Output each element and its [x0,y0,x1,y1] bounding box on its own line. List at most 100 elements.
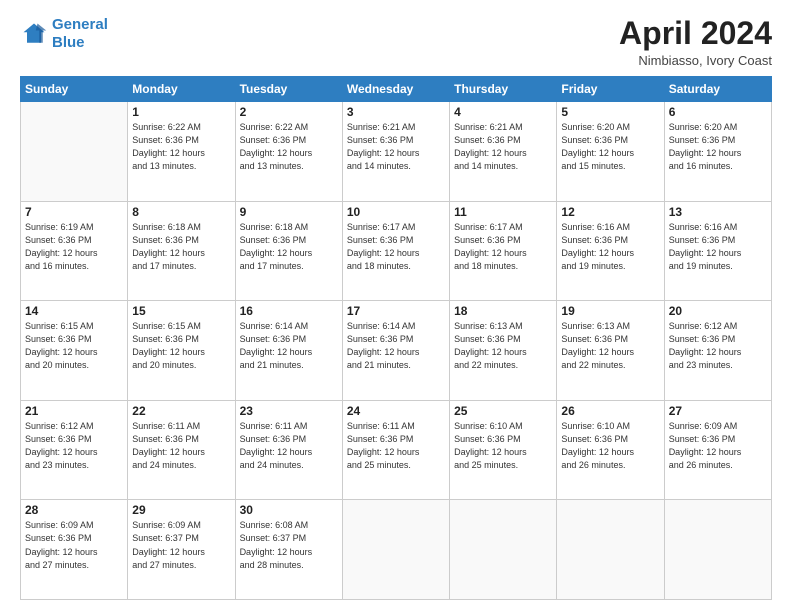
day-info: Sunrise: 6:12 AM Sunset: 6:36 PM Dayligh… [669,320,767,372]
header: General Blue April 2024 Nimbiasso, Ivory… [20,16,772,68]
day-number: 25 [454,404,552,418]
day-number: 18 [454,304,552,318]
day-info: Sunrise: 6:19 AM Sunset: 6:36 PM Dayligh… [25,221,123,273]
calendar-cell: 1 Sunrise: 6:22 AM Sunset: 6:36 PM Daylig… [128,102,235,202]
calendar-cell [450,500,557,600]
calendar-cell: 10 Sunrise: 6:17 AM Sunset: 6:36 PM Dayli… [342,201,449,301]
day-number: 13 [669,205,767,219]
calendar-day-header: Sunday [21,77,128,102]
calendar-cell: 18 Sunrise: 6:13 AM Sunset: 6:36 PM Dayli… [450,301,557,401]
calendar-cell: 21Sunrise: 6:12 AM Sunset: 6:36 PM Dayli… [21,400,128,500]
calendar-cell: 26 Sunrise: 6:10 AM Sunset: 6:36 PM Dayli… [557,400,664,500]
calendar-cell: 6 Sunrise: 6:20 AM Sunset: 6:36 PM Daylig… [664,102,771,202]
day-info: Sunrise: 6:09 AM Sunset: 6:37 PM Dayligh… [132,519,230,571]
calendar-cell: 28Sunrise: 6:09 AM Sunset: 6:36 PM Dayli… [21,500,128,600]
day-info: Sunrise: 6:15 AM Sunset: 6:36 PM Dayligh… [25,320,123,372]
calendar-day-header: Tuesday [235,77,342,102]
logo-text: General Blue [52,16,108,52]
calendar-cell: 22 Sunrise: 6:11 AM Sunset: 6:36 PM Dayli… [128,400,235,500]
day-number: 17 [347,304,445,318]
day-info: Sunrise: 6:20 AM Sunset: 6:36 PM Dayligh… [561,121,659,173]
calendar-table: SundayMondayTuesdayWednesdayThursdayFrid… [20,76,772,600]
day-info: Sunrise: 6:11 AM Sunset: 6:36 PM Dayligh… [132,420,230,472]
calendar-cell: 29 Sunrise: 6:09 AM Sunset: 6:37 PM Dayli… [128,500,235,600]
day-number: 27 [669,404,767,418]
calendar-cell: 14 Sunrise: 6:15 AM Sunset: 6:36 PM Dayli… [21,301,128,401]
day-number: 5 [561,105,659,119]
day-number: 1 [132,105,230,119]
calendar-cell [21,102,128,202]
day-info: Sunrise: 6:14 AM Sunset: 6:36 PM Dayligh… [240,320,338,372]
calendar-day-header: Thursday [450,77,557,102]
calendar-cell: 5 Sunrise: 6:20 AM Sunset: 6:36 PM Daylig… [557,102,664,202]
day-info: Sunrise: 6:09 AM Sunset: 6:36 PM Dayligh… [669,420,767,472]
calendar-cell: 3Sunrise: 6:21 AM Sunset: 6:36 PM Daylig… [342,102,449,202]
day-info: Sunrise: 6:18 AM Sunset: 6:36 PM Dayligh… [132,221,230,273]
calendar-cell: 16Sunrise: 6:14 AM Sunset: 6:36 PM Dayli… [235,301,342,401]
day-number: 4 [454,105,552,119]
day-number: 15 [132,304,230,318]
calendar-cell [557,500,664,600]
page: General Blue April 2024 Nimbiasso, Ivory… [0,0,792,612]
logo-general: General [52,16,108,33]
calendar-cell: 25 Sunrise: 6:10 AM Sunset: 6:36 PM Dayli… [450,400,557,500]
day-number: 11 [454,205,552,219]
day-info: Sunrise: 6:10 AM Sunset: 6:36 PM Dayligh… [454,420,552,472]
day-number: 10 [347,205,445,219]
calendar-cell: 27 Sunrise: 6:09 AM Sunset: 6:36 PM Dayli… [664,400,771,500]
calendar-cell: 13 Sunrise: 6:16 AM Sunset: 6:36 PM Dayli… [664,201,771,301]
day-info: Sunrise: 6:22 AM Sunset: 6:36 PM Dayligh… [132,121,230,173]
day-number: 2 [240,105,338,119]
title-block: April 2024 Nimbiasso, Ivory Coast [619,16,772,68]
day-number: 8 [132,205,230,219]
day-info: Sunrise: 6:12 AM Sunset: 6:36 PM Dayligh… [25,420,123,472]
day-number: 14 [25,304,123,318]
day-number: 20 [669,304,767,318]
day-info: Sunrise: 6:15 AM Sunset: 6:36 PM Dayligh… [132,320,230,372]
day-info: Sunrise: 6:20 AM Sunset: 6:36 PM Dayligh… [669,121,767,173]
calendar-cell: 17 Sunrise: 6:14 AM Sunset: 6:36 PM Dayli… [342,301,449,401]
calendar-cell: 8 Sunrise: 6:18 AM Sunset: 6:36 PM Daylig… [128,201,235,301]
calendar-week-row: 1 Sunrise: 6:22 AM Sunset: 6:36 PM Daylig… [21,102,772,202]
calendar-cell: 15 Sunrise: 6:15 AM Sunset: 6:36 PM Dayli… [128,301,235,401]
day-info: Sunrise: 6:16 AM Sunset: 6:36 PM Dayligh… [561,221,659,273]
calendar-cell [342,500,449,600]
day-info: Sunrise: 6:13 AM Sunset: 6:36 PM Dayligh… [454,320,552,372]
day-info: Sunrise: 6:14 AM Sunset: 6:36 PM Dayligh… [347,320,445,372]
day-info: Sunrise: 6:11 AM Sunset: 6:36 PM Dayligh… [240,420,338,472]
calendar-cell: 24 Sunrise: 6:11 AM Sunset: 6:36 PM Dayli… [342,400,449,500]
calendar-cell: 7Sunrise: 6:19 AM Sunset: 6:36 PM Daylig… [21,201,128,301]
day-info: Sunrise: 6:16 AM Sunset: 6:36 PM Dayligh… [669,221,767,273]
logo: General Blue [20,16,108,52]
day-number: 29 [132,503,230,517]
calendar-cell: 19Sunrise: 6:13 AM Sunset: 6:36 PM Dayli… [557,301,664,401]
day-info: Sunrise: 6:10 AM Sunset: 6:36 PM Dayligh… [561,420,659,472]
calendar-cell: 23Sunrise: 6:11 AM Sunset: 6:36 PM Dayli… [235,400,342,500]
day-number: 24 [347,404,445,418]
calendar-day-header: Friday [557,77,664,102]
calendar-day-header: Wednesday [342,77,449,102]
day-info: Sunrise: 6:09 AM Sunset: 6:36 PM Dayligh… [25,519,123,571]
calendar-week-row: 21Sunrise: 6:12 AM Sunset: 6:36 PM Dayli… [21,400,772,500]
day-number: 22 [132,404,230,418]
day-info: Sunrise: 6:17 AM Sunset: 6:36 PM Dayligh… [454,221,552,273]
location-subtitle: Nimbiasso, Ivory Coast [619,53,772,68]
day-info: Sunrise: 6:21 AM Sunset: 6:36 PM Dayligh… [454,121,552,173]
day-info: Sunrise: 6:11 AM Sunset: 6:36 PM Dayligh… [347,420,445,472]
calendar-cell [664,500,771,600]
calendar-body: 1 Sunrise: 6:22 AM Sunset: 6:36 PM Daylig… [21,102,772,600]
day-number: 30 [240,503,338,517]
calendar-header-row: SundayMondayTuesdayWednesdayThursdayFrid… [21,77,772,102]
day-number: 26 [561,404,659,418]
calendar-cell: 30Sunrise: 6:08 AM Sunset: 6:37 PM Dayli… [235,500,342,600]
day-info: Sunrise: 6:17 AM Sunset: 6:36 PM Dayligh… [347,221,445,273]
calendar-week-row: 28Sunrise: 6:09 AM Sunset: 6:36 PM Dayli… [21,500,772,600]
day-number: 9 [240,205,338,219]
day-number: 6 [669,105,767,119]
calendar-cell: 12Sunrise: 6:16 AM Sunset: 6:36 PM Dayli… [557,201,664,301]
calendar-cell: 2Sunrise: 6:22 AM Sunset: 6:36 PM Daylig… [235,102,342,202]
logo-blue: Blue [52,34,85,51]
calendar-week-row: 7Sunrise: 6:19 AM Sunset: 6:36 PM Daylig… [21,201,772,301]
day-info: Sunrise: 6:13 AM Sunset: 6:36 PM Dayligh… [561,320,659,372]
month-title: April 2024 [619,16,772,51]
